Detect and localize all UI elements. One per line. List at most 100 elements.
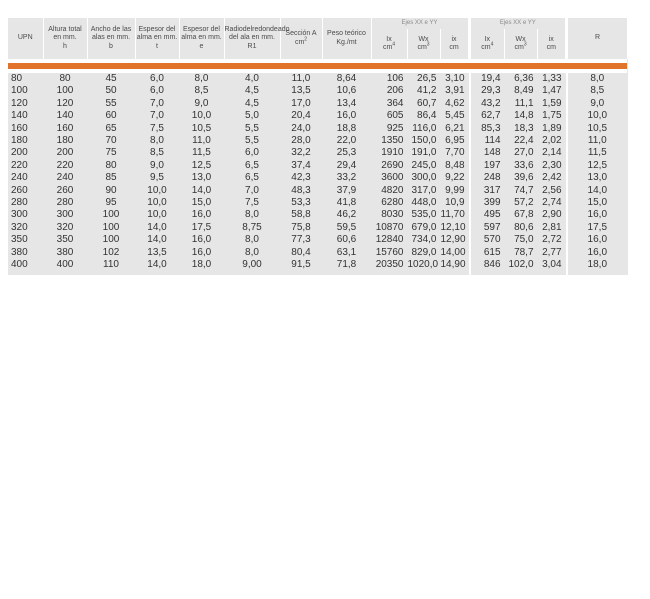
table-cell: 16,0: [179, 234, 225, 247]
table-cell: 829,0: [407, 246, 441, 260]
table-cell: 60,7: [407, 97, 441, 111]
table-cell: 110: [87, 259, 136, 272]
upn-profile-table-container: UPN Altura total en mm. h Ancho de las a…: [8, 18, 628, 275]
header-radius-1-label: ix: [451, 35, 457, 43]
table-cell: 11,0: [568, 135, 628, 148]
header-r-label: R: [595, 34, 601, 42]
table-cell: 53,3: [280, 197, 323, 210]
table-cell: 6,0: [135, 73, 180, 86]
header-altura-line2: en mm.: [53, 34, 77, 42]
table-cell: 12,5: [568, 159, 628, 173]
table-cell: 10,0: [135, 184, 180, 198]
table-cell: 10,0: [568, 110, 628, 123]
table-cell: 11,70: [440, 209, 469, 222]
header-espesor-e-line1: Espesor del: [183, 25, 220, 33]
table-cell: 100: [87, 209, 136, 222]
table-row: 220 220 80 9,0 12,5 6,5 37,4 29,4 2690 245,0 8,48 1…: [8, 159, 628, 173]
table-cell: 9,0: [568, 97, 628, 111]
table-cell: 8,75: [224, 221, 281, 235]
table-cell: 13,5: [280, 85, 323, 98]
upn-profile-table: UPN Altura total en mm. h Ancho de las a…: [8, 18, 628, 275]
table-cell: 29,4: [322, 159, 372, 173]
table-row: 200 200 75 8,5 11,5 6,0 32,2 25,3 1910 191,0 7,70 1…: [8, 147, 628, 160]
header-espesor-t: Espesor del alma en mm. t: [135, 18, 180, 59]
table-cell: 245,0: [407, 159, 441, 173]
table-cell: 6,0: [224, 147, 281, 160]
table-cell: 148: [471, 147, 505, 160]
table-cell: 4820: [371, 184, 408, 198]
table-row: 380 380 102 13,5 16,0 8,0 80,4 63,1 15760 829,0 14…: [8, 246, 628, 260]
table-cell: 280: [43, 197, 88, 210]
table-cell: 8,0: [568, 73, 628, 86]
table-cell: 160: [8, 122, 44, 136]
table-cell: 14,90: [440, 259, 469, 272]
table-cell: 62,7: [471, 110, 505, 123]
table-cell: 5,45: [440, 110, 469, 123]
header-espesor-e: Espesor del alma en mm. e: [179, 18, 225, 59]
table-cell: 10,5: [179, 122, 225, 136]
table-cell: 535,0: [407, 209, 441, 222]
table-pad-cell: [322, 271, 372, 275]
table-body: 80 80 45 6,0 8,0 4,0 11,0 8,64 106 26,5 3,10 19,4 6,…: [8, 59, 628, 275]
header-ancho-symbol: b: [109, 42, 113, 50]
header-wx-2-unit: cm: [514, 44, 524, 51]
header-peso-line1: Peso teórico: [327, 30, 366, 37]
table-cell: 10,9: [440, 197, 469, 210]
header-seccion: Sección A cm2: [280, 18, 323, 59]
table-cell: 7,70: [440, 147, 469, 160]
table-cell: 9,22: [440, 172, 469, 185]
table-cell: 605: [371, 110, 408, 123]
table-cell: 3,10: [440, 73, 469, 86]
table-cell: 3,04: [537, 259, 566, 272]
header-wx-1: Wx cm3: [407, 29, 441, 59]
table-cell: 85: [87, 172, 136, 185]
table-cell: 206: [371, 85, 408, 98]
table-cell: 25,3: [322, 147, 372, 160]
table-cell: 399: [471, 197, 505, 210]
table-cell: 6,0: [135, 85, 180, 98]
table-cell: 2,77: [537, 246, 566, 260]
table-cell: 9,00: [224, 259, 281, 272]
header-ix-1-label: Ix: [386, 35, 392, 43]
table-cell: 2,72: [537, 234, 566, 247]
table-cell: 4,0: [224, 73, 281, 86]
header-ix-1-exp: 4: [392, 41, 396, 48]
table-cell: 380: [8, 246, 44, 260]
header-radius-2: ix cm: [537, 29, 566, 59]
header-ancho-line1: Ancho de las: [90, 25, 132, 33]
header-radio-symbol: R1: [247, 42, 257, 50]
table-cell: 14,0: [135, 259, 180, 272]
table-cell: 18,0: [568, 259, 628, 272]
table-cell: 200: [8, 147, 44, 160]
header-espesor-e-line2: alma en mm.: [181, 34, 222, 42]
header-radio-line1: Radiodelredondeado: [224, 25, 290, 33]
table-cell: 150,0: [407, 135, 441, 148]
table-cell: 18,8: [322, 122, 372, 136]
table-cell: 6,36: [504, 73, 538, 86]
header-radius-2-unit: cm: [546, 44, 556, 51]
table-cell: 91,5: [280, 259, 323, 272]
table-cell: 350: [43, 234, 88, 247]
table-cell: 2,90: [537, 209, 566, 222]
table-cell: 8,0: [224, 234, 281, 247]
table-cell: 2,14: [537, 147, 566, 160]
table-cell: 80: [87, 159, 136, 173]
table-cell: 27,0: [504, 147, 538, 160]
table-cell: 220: [8, 159, 44, 173]
table-cell: 4,5: [224, 85, 281, 98]
table-cell: 41,8: [322, 197, 372, 210]
table-cell: 16,0: [322, 110, 372, 123]
table-cell: 140: [8, 110, 44, 123]
table-cell: 10,5: [568, 122, 628, 136]
table-cell: 13,0: [568, 172, 628, 185]
table-cell: 2,81: [537, 221, 566, 235]
table-cell: 4,62: [440, 97, 469, 111]
table-cell: 86,4: [407, 110, 441, 123]
header-ix-2-unit: cm: [481, 44, 491, 51]
header-ix-2-exp: 4: [490, 41, 494, 48]
table-cell: 42,3: [280, 172, 323, 185]
table-cell: 400: [8, 259, 44, 272]
table-cell: 8030: [371, 209, 408, 222]
table-cell: 2,74: [537, 197, 566, 210]
header-upn: UPN: [8, 18, 44, 59]
